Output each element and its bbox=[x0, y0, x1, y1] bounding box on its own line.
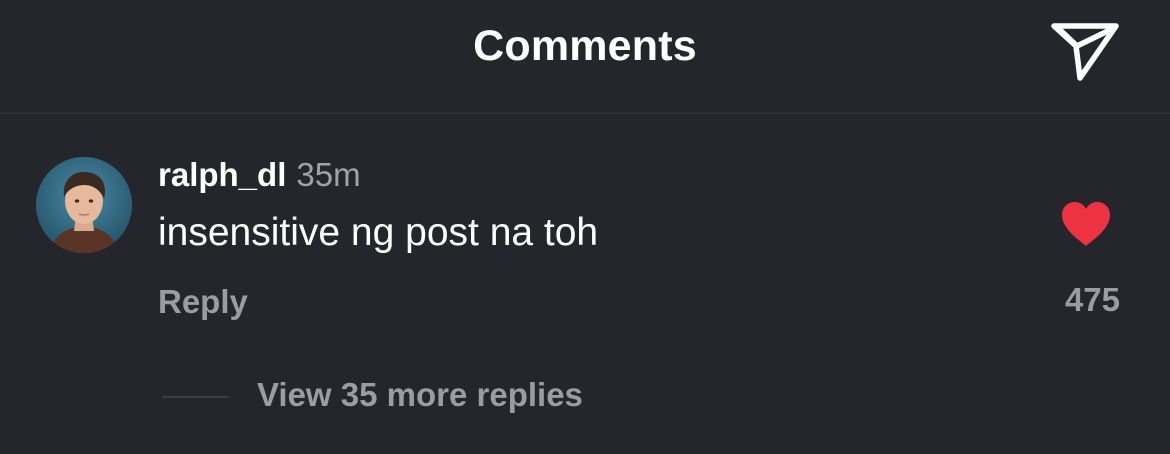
comments-screen: Comments ralph_dl 35m insensitive ng pos… bbox=[0, 0, 1170, 454]
reply-button[interactable]: Reply bbox=[158, 283, 248, 321]
view-replies-label: View 35 more replies bbox=[257, 376, 583, 413]
avatar[interactable] bbox=[36, 157, 132, 253]
header-divider bbox=[0, 112, 1170, 114]
page-title: Comments bbox=[473, 22, 697, 70]
like-count: 475 bbox=[1064, 281, 1120, 318]
paper-plane-icon bbox=[1051, 23, 1119, 81]
avatar-image bbox=[36, 157, 132, 253]
replies-divider-line bbox=[162, 396, 228, 398]
comments-header: Comments bbox=[0, 0, 1170, 112]
comment-text: insensitive ng post na toh bbox=[158, 211, 599, 254]
comment-username[interactable]: ralph_dl bbox=[158, 156, 286, 193]
comment-timestamp: 35m bbox=[296, 156, 361, 193]
share-button[interactable] bbox=[1050, 20, 1122, 82]
heart-filled-icon bbox=[1062, 202, 1110, 246]
comment-header: ralph_dl 35m bbox=[158, 156, 361, 194]
like-button[interactable] bbox=[1060, 200, 1112, 248]
